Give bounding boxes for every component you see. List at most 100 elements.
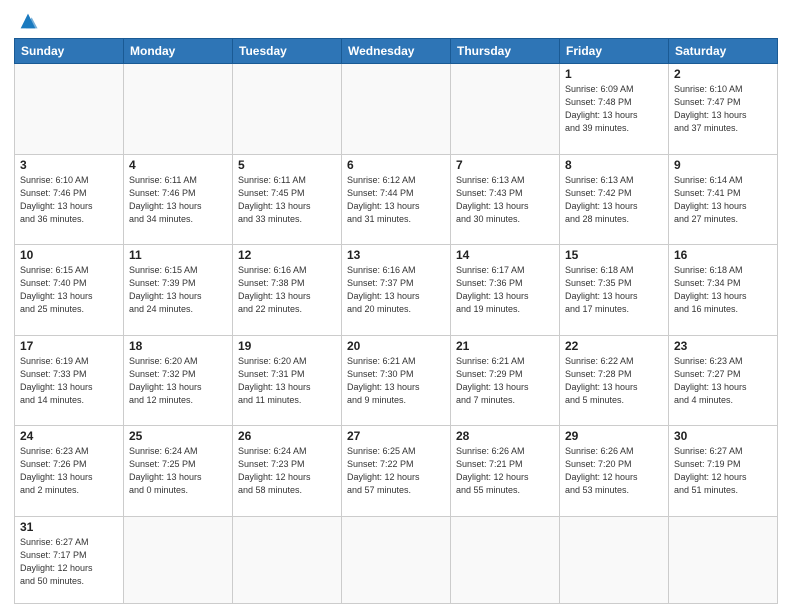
- logo: [14, 10, 39, 32]
- day-number: 7: [456, 158, 554, 172]
- day-info: Sunrise: 6:10 AM Sunset: 7:46 PM Dayligh…: [20, 174, 118, 226]
- day-number: 10: [20, 248, 118, 262]
- calendar-cell: 28 Sunrise: 6:26 AM Sunset: 7:21 PM Dayli…: [451, 426, 560, 517]
- day-info: Sunrise: 6:13 AM Sunset: 7:43 PM Dayligh…: [456, 174, 554, 226]
- day-number: 9: [674, 158, 772, 172]
- calendar-table: SundayMondayTuesdayWednesdayThursdayFrid…: [14, 38, 778, 604]
- calendar-cell: [560, 516, 669, 603]
- calendar-cell: [342, 64, 451, 155]
- day-info: Sunrise: 6:13 AM Sunset: 7:42 PM Dayligh…: [565, 174, 663, 226]
- day-info: Sunrise: 6:21 AM Sunset: 7:30 PM Dayligh…: [347, 355, 445, 407]
- calendar-cell: 7 Sunrise: 6:13 AM Sunset: 7:43 PM Daylig…: [451, 154, 560, 245]
- calendar-cell: [124, 64, 233, 155]
- day-info: Sunrise: 6:18 AM Sunset: 7:35 PM Dayligh…: [565, 264, 663, 316]
- day-number: 28: [456, 429, 554, 443]
- calendar-cell: [669, 516, 778, 603]
- day-info: Sunrise: 6:23 AM Sunset: 7:26 PM Dayligh…: [20, 445, 118, 497]
- day-number: 27: [347, 429, 445, 443]
- day-info: Sunrise: 6:26 AM Sunset: 7:20 PM Dayligh…: [565, 445, 663, 497]
- day-info: Sunrise: 6:15 AM Sunset: 7:39 PM Dayligh…: [129, 264, 227, 316]
- day-info: Sunrise: 6:15 AM Sunset: 7:40 PM Dayligh…: [20, 264, 118, 316]
- day-info: Sunrise: 6:27 AM Sunset: 7:19 PM Dayligh…: [674, 445, 772, 497]
- calendar-header-thursday: Thursday: [451, 39, 560, 64]
- day-info: Sunrise: 6:25 AM Sunset: 7:22 PM Dayligh…: [347, 445, 445, 497]
- calendar-cell: 27 Sunrise: 6:25 AM Sunset: 7:22 PM Dayli…: [342, 426, 451, 517]
- calendar-cell: [233, 64, 342, 155]
- header: [14, 10, 778, 32]
- day-number: 1: [565, 67, 663, 81]
- calendar-cell: 18 Sunrise: 6:20 AM Sunset: 7:32 PM Dayli…: [124, 335, 233, 426]
- day-info: Sunrise: 6:16 AM Sunset: 7:37 PM Dayligh…: [347, 264, 445, 316]
- day-number: 14: [456, 248, 554, 262]
- page: SundayMondayTuesdayWednesdayThursdayFrid…: [0, 0, 792, 612]
- calendar-cell: 21Sunrise: 6:21 AM Sunset: 7:29 PM Dayli…: [451, 335, 560, 426]
- calendar-cell: 10 Sunrise: 6:15 AM Sunset: 7:40 PM Dayli…: [15, 245, 124, 336]
- day-info: Sunrise: 6:24 AM Sunset: 7:23 PM Dayligh…: [238, 445, 336, 497]
- day-number: 8: [565, 158, 663, 172]
- calendar-cell: 16 Sunrise: 6:18 AM Sunset: 7:34 PM Dayli…: [669, 245, 778, 336]
- calendar-cell: 20 Sunrise: 6:21 AM Sunset: 7:30 PM Dayli…: [342, 335, 451, 426]
- day-info: Sunrise: 6:09 AM Sunset: 7:48 PM Dayligh…: [565, 83, 663, 135]
- day-number: 17: [20, 339, 118, 353]
- calendar-cell: 3Sunrise: 6:10 AM Sunset: 7:46 PM Daylig…: [15, 154, 124, 245]
- day-number: 4: [129, 158, 227, 172]
- day-info: Sunrise: 6:10 AM Sunset: 7:47 PM Dayligh…: [674, 83, 772, 135]
- calendar-cell: 13 Sunrise: 6:16 AM Sunset: 7:37 PM Dayli…: [342, 245, 451, 336]
- calendar-cell: 17 Sunrise: 6:19 AM Sunset: 7:33 PM Dayli…: [15, 335, 124, 426]
- day-number: 31: [20, 520, 118, 534]
- day-number: 18: [129, 339, 227, 353]
- calendar-cell: [233, 516, 342, 603]
- calendar-cell: 6Sunrise: 6:12 AM Sunset: 7:44 PM Daylig…: [342, 154, 451, 245]
- calendar-cell: 26 Sunrise: 6:24 AM Sunset: 7:23 PM Dayli…: [233, 426, 342, 517]
- calendar-cell: 29 Sunrise: 6:26 AM Sunset: 7:20 PM Dayli…: [560, 426, 669, 517]
- day-number: 5: [238, 158, 336, 172]
- day-number: 29: [565, 429, 663, 443]
- day-number: 15: [565, 248, 663, 262]
- day-number: 21: [456, 339, 554, 353]
- day-info: Sunrise: 6:17 AM Sunset: 7:36 PM Dayligh…: [456, 264, 554, 316]
- calendar-header-monday: Monday: [124, 39, 233, 64]
- day-number: 20: [347, 339, 445, 353]
- calendar-header-saturday: Saturday: [669, 39, 778, 64]
- day-info: Sunrise: 6:24 AM Sunset: 7:25 PM Dayligh…: [129, 445, 227, 497]
- day-number: 24: [20, 429, 118, 443]
- day-number: 25: [129, 429, 227, 443]
- calendar-cell: 12Sunrise: 6:16 AM Sunset: 7:38 PM Dayli…: [233, 245, 342, 336]
- calendar-cell: [451, 516, 560, 603]
- calendar-cell: 1 Sunrise: 6:09 AM Sunset: 7:48 PM Daylig…: [560, 64, 669, 155]
- day-info: Sunrise: 6:19 AM Sunset: 7:33 PM Dayligh…: [20, 355, 118, 407]
- day-info: Sunrise: 6:12 AM Sunset: 7:44 PM Dayligh…: [347, 174, 445, 226]
- day-info: Sunrise: 6:22 AM Sunset: 7:28 PM Dayligh…: [565, 355, 663, 407]
- day-info: Sunrise: 6:23 AM Sunset: 7:27 PM Dayligh…: [674, 355, 772, 407]
- calendar-header-tuesday: Tuesday: [233, 39, 342, 64]
- calendar-cell: 23Sunrise: 6:23 AM Sunset: 7:27 PM Dayli…: [669, 335, 778, 426]
- day-number: 26: [238, 429, 336, 443]
- day-info: Sunrise: 6:26 AM Sunset: 7:21 PM Dayligh…: [456, 445, 554, 497]
- day-number: 30: [674, 429, 772, 443]
- calendar-cell: 31Sunrise: 6:27 AM Sunset: 7:17 PM Dayli…: [15, 516, 124, 603]
- day-number: 22: [565, 339, 663, 353]
- day-info: Sunrise: 6:20 AM Sunset: 7:32 PM Dayligh…: [129, 355, 227, 407]
- calendar-header-row: SundayMondayTuesdayWednesdayThursdayFrid…: [15, 39, 778, 64]
- day-number: 16: [674, 248, 772, 262]
- calendar-cell: [15, 64, 124, 155]
- calendar-cell: 24 Sunrise: 6:23 AM Sunset: 7:26 PM Dayli…: [15, 426, 124, 517]
- day-number: 13: [347, 248, 445, 262]
- calendar-cell: [124, 516, 233, 603]
- calendar-cell: 5 Sunrise: 6:11 AM Sunset: 7:45 PM Daylig…: [233, 154, 342, 245]
- calendar-header-wednesday: Wednesday: [342, 39, 451, 64]
- calendar-cell: 15 Sunrise: 6:18 AM Sunset: 7:35 PM Dayli…: [560, 245, 669, 336]
- logo-icon: [17, 10, 39, 32]
- day-number: 2: [674, 67, 772, 81]
- calendar-cell: 14 Sunrise: 6:17 AM Sunset: 7:36 PM Dayli…: [451, 245, 560, 336]
- day-info: Sunrise: 6:11 AM Sunset: 7:46 PM Dayligh…: [129, 174, 227, 226]
- day-info: Sunrise: 6:18 AM Sunset: 7:34 PM Dayligh…: [674, 264, 772, 316]
- calendar-cell: 30 Sunrise: 6:27 AM Sunset: 7:19 PM Dayli…: [669, 426, 778, 517]
- calendar-cell: 4 Sunrise: 6:11 AM Sunset: 7:46 PM Daylig…: [124, 154, 233, 245]
- calendar-cell: 11Sunrise: 6:15 AM Sunset: 7:39 PM Dayli…: [124, 245, 233, 336]
- day-info: Sunrise: 6:11 AM Sunset: 7:45 PM Dayligh…: [238, 174, 336, 226]
- calendar-cell: 19Sunrise: 6:20 AM Sunset: 7:31 PM Dayli…: [233, 335, 342, 426]
- calendar-cell: 8 Sunrise: 6:13 AM Sunset: 7:42 PM Daylig…: [560, 154, 669, 245]
- calendar-cell: [342, 516, 451, 603]
- day-number: 19: [238, 339, 336, 353]
